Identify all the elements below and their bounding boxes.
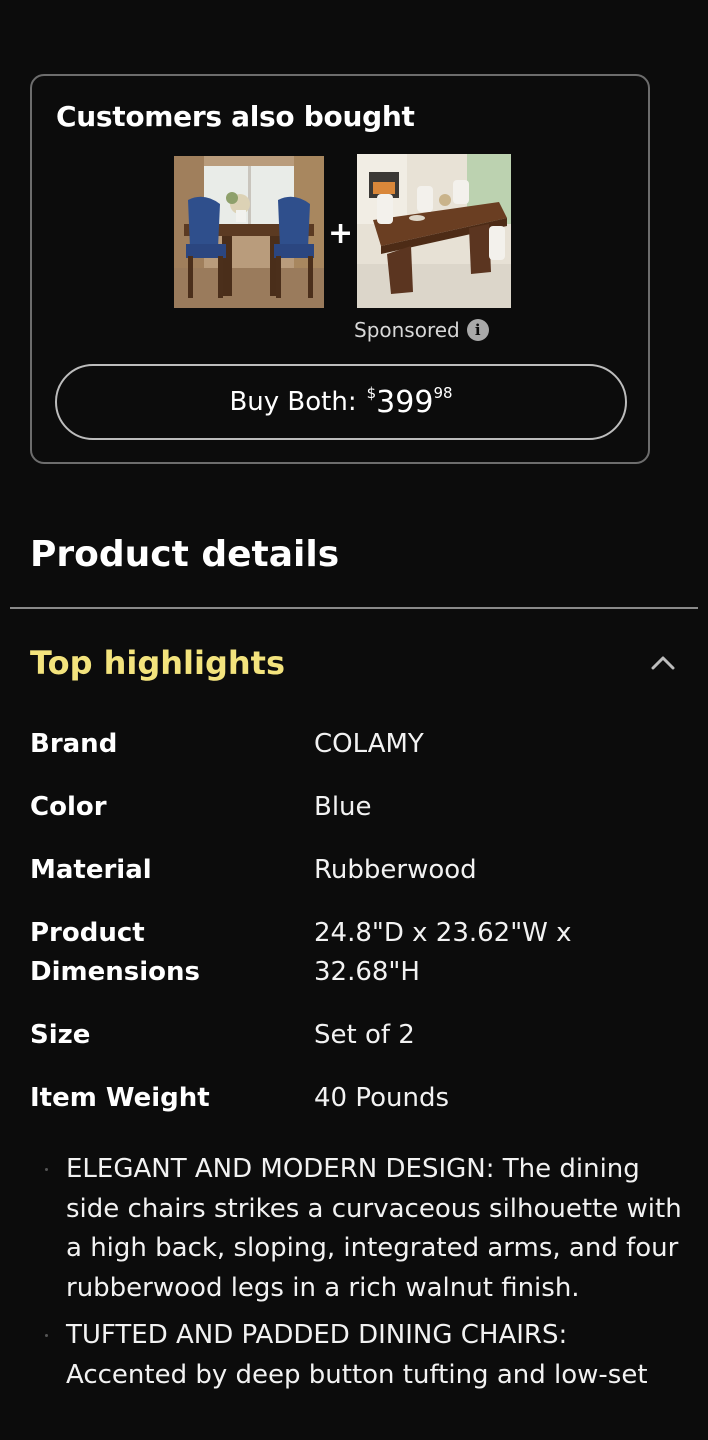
buy-both-button[interactable]: Buy Both: $39998 — [55, 364, 627, 440]
section-divider — [10, 607, 698, 609]
product-image-table[interactable] — [357, 154, 511, 308]
list-item: ELEGANT AND MODERN DESIGN: The dining si… — [30, 1150, 690, 1308]
spec-label: Product Dimensions — [30, 918, 200, 987]
spec-label: Size — [30, 1020, 91, 1050]
top-highlights-title[interactable]: Top highlights — [30, 644, 285, 682]
list-item: TUFTED AND PADDED DINING CHAIRS: Accente… — [30, 1316, 690, 1395]
buy-both-label: Buy Both: — [229, 387, 357, 417]
product-image-chairs[interactable] — [174, 156, 324, 308]
spec-value: COLAMY — [314, 729, 424, 759]
price-currency: $ — [366, 384, 377, 402]
chevron-up-icon[interactable] — [651, 650, 675, 674]
buy-both-price: $39998 — [367, 384, 453, 420]
spec-label: Color — [30, 792, 107, 822]
spec-value: 24.8"D x 23.62"W x 32.68"H — [314, 918, 572, 987]
price-fraction: 98 — [433, 384, 453, 402]
price-whole: 399 — [376, 385, 434, 420]
spec-label: Item Weight — [30, 1083, 210, 1113]
spec-value: Set of 2 — [314, 1020, 415, 1050]
spec-value: 40 Pounds — [314, 1083, 450, 1113]
spec-label: Material — [30, 855, 152, 885]
spec-value: Blue — [314, 792, 372, 822]
spec-value: Rubberwood — [314, 855, 477, 885]
customers-also-bought-title: Customers also bought — [56, 100, 415, 133]
plus-sign: + — [328, 216, 354, 251]
info-icon[interactable]: i — [466, 319, 489, 341]
spec-label: Brand — [30, 729, 118, 759]
page: Customers also bought + Sponsored i Buy … — [0, 0, 708, 1440]
customers-also-bought-card: Customers also bought + Sponsored i Buy … — [30, 74, 650, 464]
sponsored-text: Sponsored — [354, 318, 460, 342]
product-details-title: Product details — [30, 534, 340, 575]
feature-bullets: ELEGANT AND MODERN DESIGN: The dining si… — [30, 1150, 690, 1403]
sponsored-label[interactable]: Sponsored i — [354, 318, 489, 342]
